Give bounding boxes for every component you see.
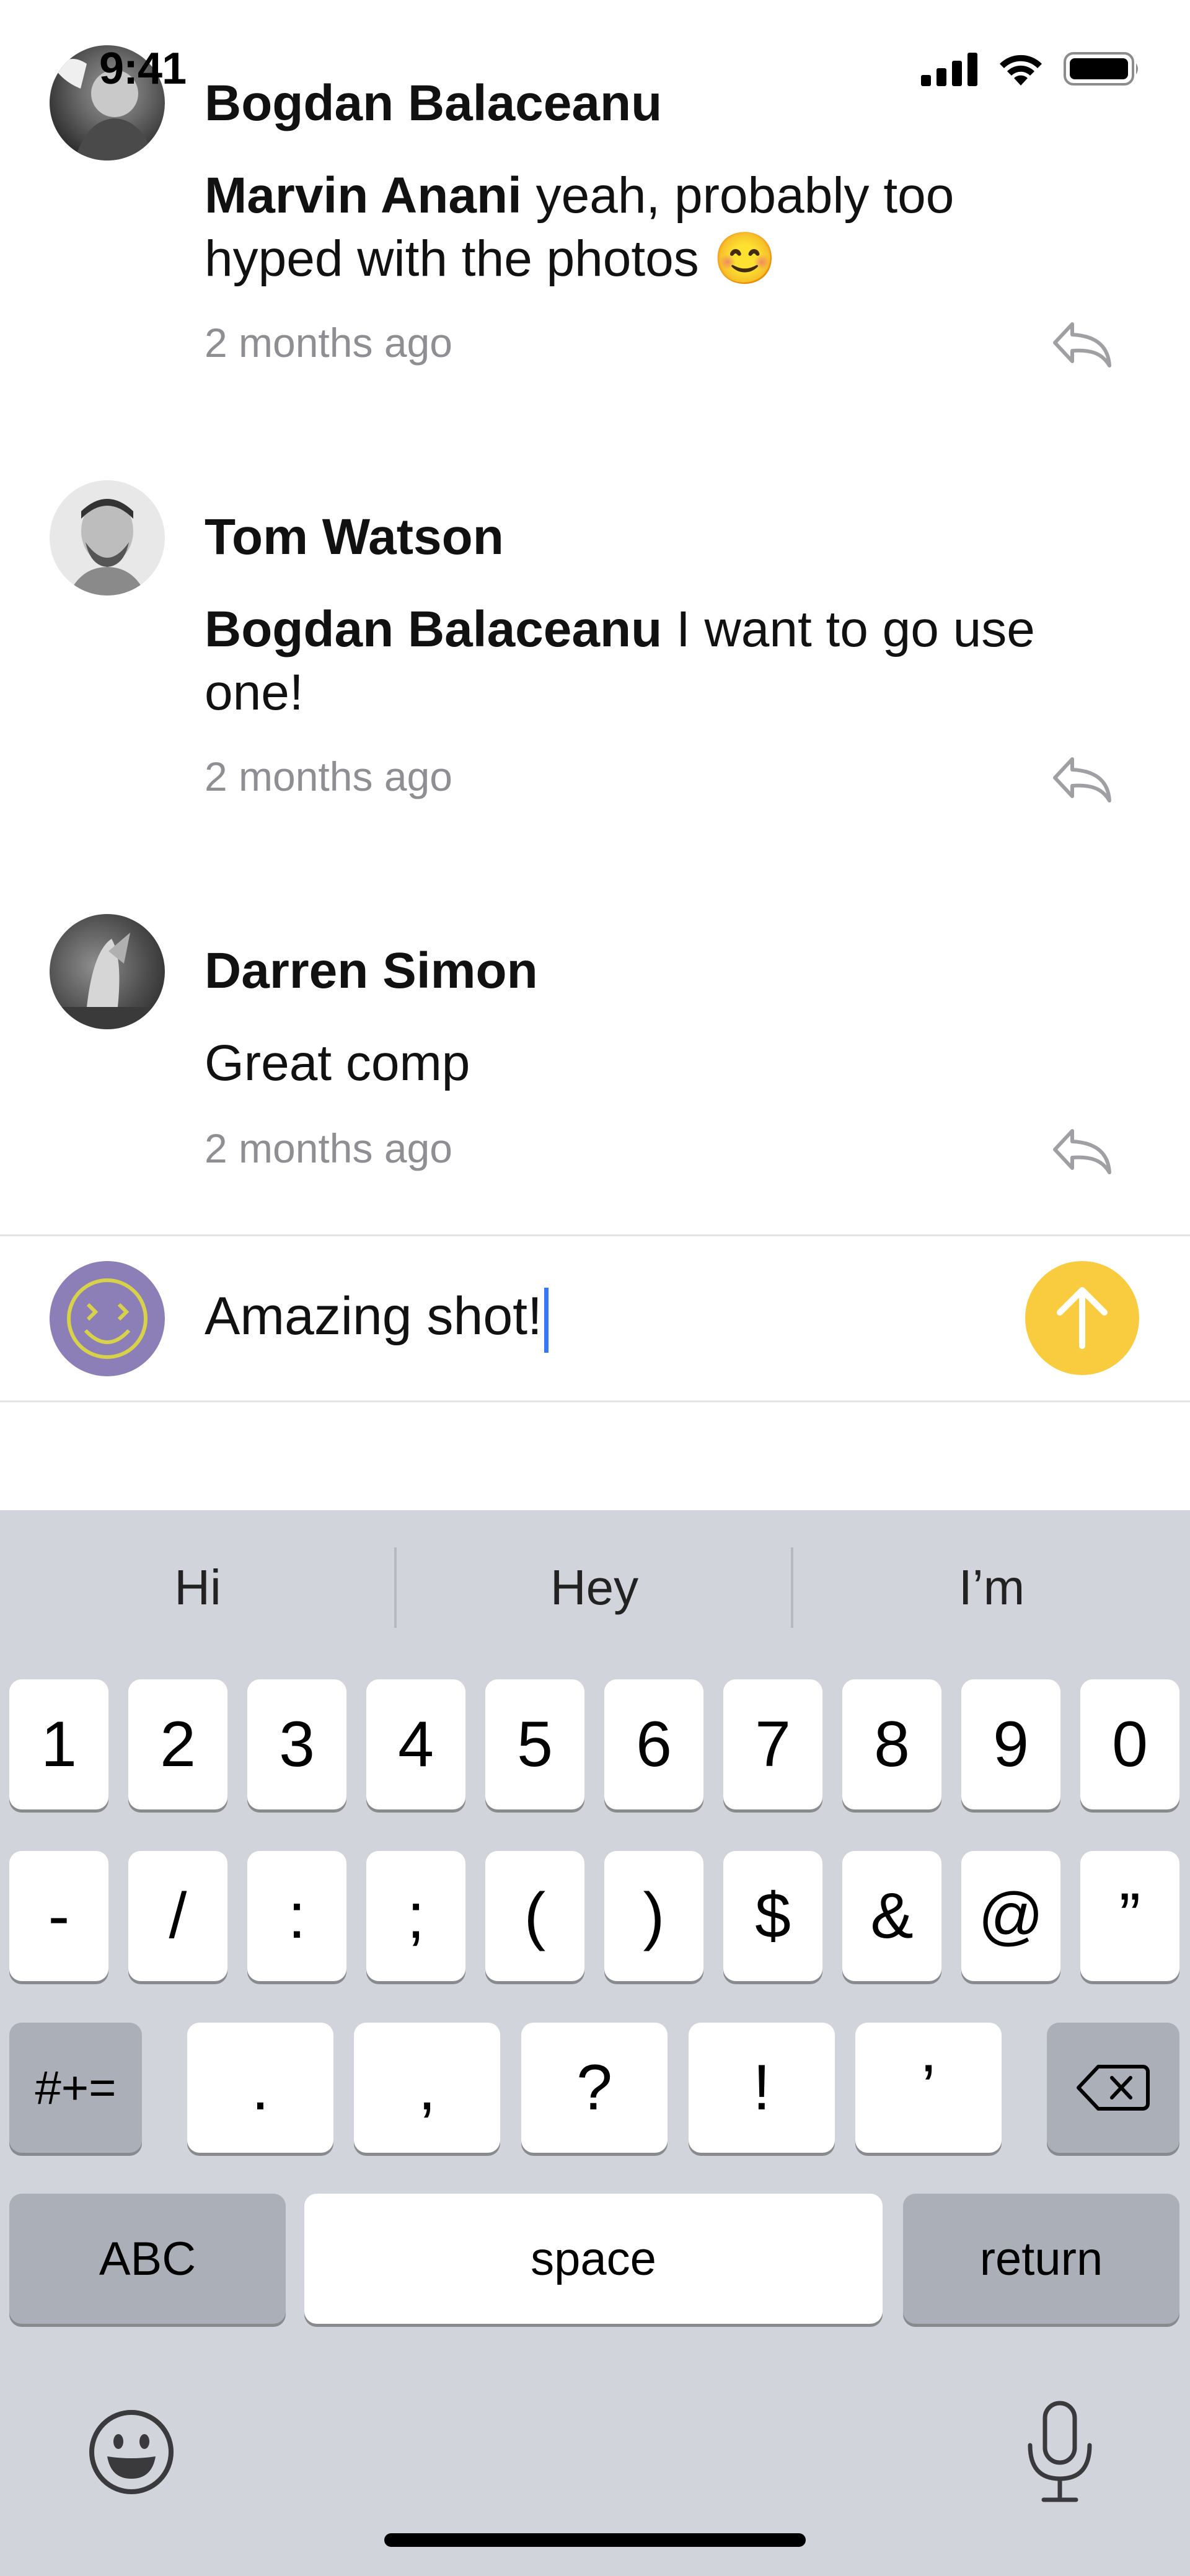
- key-6[interactable]: 6: [604, 1679, 703, 1809]
- comment-input[interactable]: Amazing shot!: [205, 1286, 549, 1353]
- key-ampersand[interactable]: &: [842, 1851, 941, 1981]
- home-indicator[interactable]: [384, 2533, 806, 2547]
- key-open-paren[interactable]: (: [485, 1851, 584, 1981]
- avatar[interactable]: [50, 914, 165, 1029]
- comment-composer: Amazing shot!: [0, 1236, 1190, 1402]
- comment-body: Bogdan Balaceanu I want to go use one!: [205, 598, 1041, 724]
- prediction-im[interactable]: I’m: [793, 1510, 1190, 1665]
- reply-button[interactable]: [1047, 1115, 1116, 1184]
- key-7[interactable]: 7: [723, 1679, 822, 1809]
- status-time: 9:41: [99, 44, 187, 94]
- space-key[interactable]: space: [304, 2194, 883, 2324]
- emoji-icon: [89, 2410, 174, 2494]
- microphone-icon: [1028, 2401, 1092, 2502]
- reply-button[interactable]: [1047, 309, 1116, 377]
- prediction-hey[interactable]: Hey: [397, 1510, 792, 1665]
- dictation-button[interactable]: [1016, 2399, 1103, 2505]
- key-1[interactable]: 1: [9, 1679, 108, 1809]
- symbols-toggle-key[interactable]: #+=: [9, 2023, 142, 2153]
- key-hyphen[interactable]: -: [9, 1851, 108, 1981]
- avatar-photo: [50, 933, 165, 1029]
- key-0[interactable]: 0: [1080, 1679, 1179, 1809]
- key-slash[interactable]: /: [128, 1851, 227, 1981]
- prediction-hi[interactable]: Hi: [0, 1510, 395, 1665]
- reply-icon: [1053, 322, 1111, 367]
- comment-item: Darren Simon Great comp 2 months ago: [0, 864, 1190, 1236]
- avatar-photo: [68, 499, 146, 596]
- key-5[interactable]: 5: [485, 1679, 584, 1809]
- key-at[interactable]: @: [961, 1851, 1060, 1981]
- key-semicolon[interactable]: ;: [366, 1851, 465, 1981]
- key-2[interactable]: 2: [128, 1679, 227, 1809]
- comment-time: 2 months ago: [205, 754, 452, 799]
- comment-time: 2 months ago: [205, 320, 452, 366]
- reply-button[interactable]: [1047, 744, 1116, 812]
- comment-author[interactable]: Bogdan Balaceanu: [205, 74, 662, 133]
- cellular-signal-icon: [921, 53, 977, 86]
- key-exclamation[interactable]: !: [689, 2023, 835, 2153]
- comment-mention[interactable]: Marvin Anani: [205, 167, 522, 224]
- keyboard: Hi Hey I’m 1 2 3 4 5 6 7 8 9 0 - / : ; (…: [0, 1510, 1190, 2576]
- comment-item: Tom Watson Bogdan Balaceanu I want to go…: [0, 431, 1190, 866]
- backspace-key[interactable]: [1047, 2023, 1179, 2153]
- key-close-paren[interactable]: ): [604, 1851, 703, 1981]
- comment-text: Great comp: [205, 1035, 470, 1091]
- text-caret: [544, 1287, 549, 1353]
- send-arrow-icon: [1057, 1287, 1108, 1349]
- wifi-icon: [1000, 55, 1042, 86]
- key-period[interactable]: .: [187, 2023, 333, 2153]
- reply-icon: [1053, 757, 1111, 802]
- comment-author[interactable]: Tom Watson: [205, 508, 504, 566]
- abc-key[interactable]: ABC: [9, 2194, 286, 2324]
- comment-time: 2 months ago: [205, 1125, 452, 1171]
- status-icons: [921, 51, 1140, 87]
- key-apostrophe[interactable]: ’: [855, 2023, 1002, 2153]
- key-3[interactable]: 3: [247, 1679, 346, 1809]
- smiley-icon: [67, 1278, 148, 1359]
- comment-mention[interactable]: Bogdan Balaceanu: [205, 601, 662, 657]
- comment-body: Marvin Anani yeah, probably too hyped wi…: [205, 164, 1041, 291]
- backspace-icon: [1077, 2065, 1150, 2111]
- comment-input-value: Amazing shot!: [205, 1286, 542, 1346]
- key-4[interactable]: 4: [366, 1679, 465, 1809]
- key-question[interactable]: ?: [521, 2023, 668, 2153]
- current-user-avatar: [50, 1261, 165, 1376]
- avatar[interactable]: [50, 480, 165, 596]
- reply-icon: [1053, 1129, 1111, 1174]
- key-8[interactable]: 8: [842, 1679, 941, 1809]
- return-key[interactable]: return: [903, 2194, 1179, 2324]
- key-comma[interactable]: ,: [354, 2023, 500, 2153]
- comment-author[interactable]: Darren Simon: [205, 942, 538, 1000]
- key-dollar[interactable]: $: [723, 1851, 822, 1981]
- key-quote[interactable]: ”: [1080, 1851, 1179, 1981]
- send-button[interactable]: [1025, 1261, 1139, 1375]
- emoji-button[interactable]: [85, 2406, 178, 2499]
- battery-icon: [1064, 52, 1138, 86]
- key-colon[interactable]: :: [247, 1851, 346, 1981]
- comment-body: Great comp: [205, 1032, 1041, 1095]
- key-9[interactable]: 9: [961, 1679, 1060, 1809]
